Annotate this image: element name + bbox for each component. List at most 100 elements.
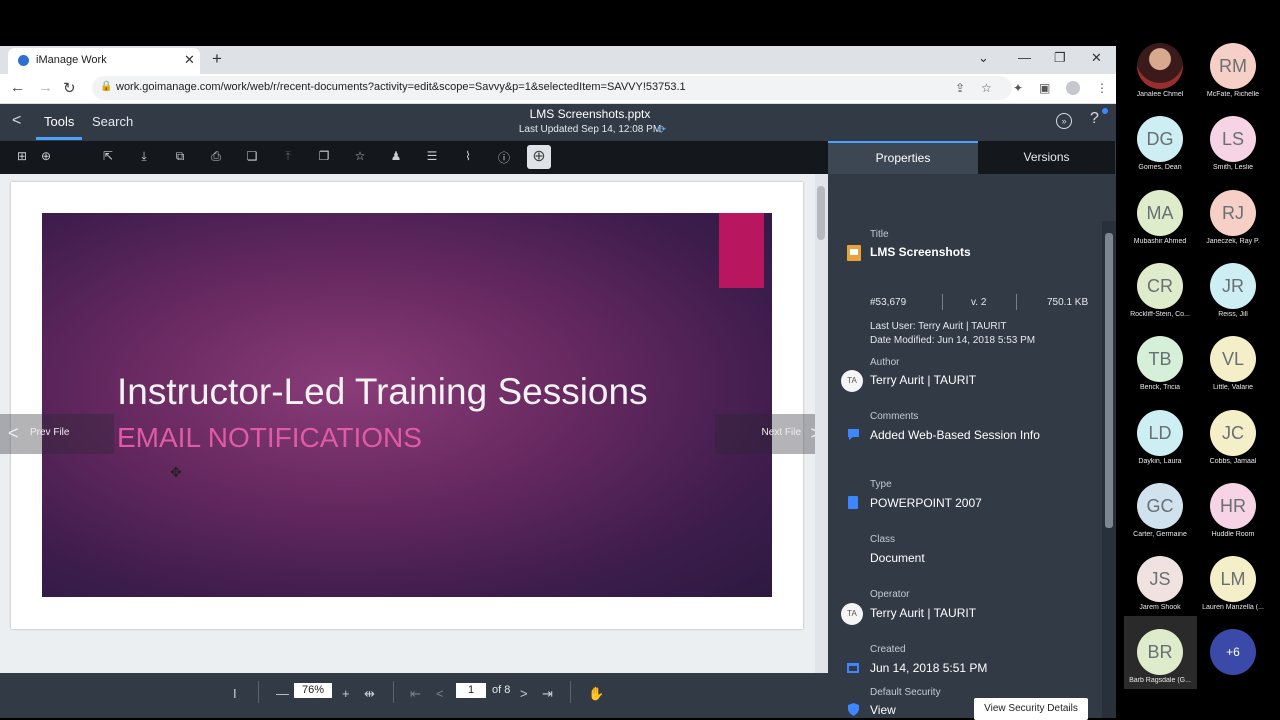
next-page-icon[interactable]: >	[520, 686, 528, 701]
duplicate-icon[interactable]: ❐	[316, 149, 332, 163]
prev-file-label: Prev File	[30, 427, 70, 438]
participant-avatar: RM	[1210, 43, 1256, 89]
participant-tile[interactable]: HR Huddle Room	[1196, 483, 1270, 553]
operator-avatar: TA	[841, 603, 863, 625]
tab-close-icon[interactable]: ✕	[184, 52, 195, 68]
sidepanel-icon[interactable]: ▣	[1039, 81, 1050, 95]
participant-tile[interactable]: RM McFate, Richelle	[1196, 43, 1270, 113]
zoom-in-icon[interactable]: +	[342, 686, 350, 701]
download-icon[interactable]: ⤓	[136, 149, 152, 164]
lock-icon[interactable]: 🔒	[100, 81, 112, 92]
page-count: of 8	[492, 684, 511, 696]
participant-tile[interactable]: VL Little, Valarie	[1196, 336, 1270, 406]
favorite-icon[interactable]: ☆	[352, 149, 368, 163]
refresh-icon[interactable]: ⟳	[657, 123, 666, 136]
participant-tile[interactable]: DG Gomes, Dean	[1123, 116, 1197, 186]
star-icon[interactable]: ☆	[981, 81, 992, 95]
participant-tile[interactable]: RJ Janeczek, Ray P.	[1196, 190, 1270, 260]
minimize-icon[interactable]: —	[1018, 50, 1031, 65]
slide-background: Instructor-Led Training Sessions EMAIL N…	[42, 213, 772, 597]
participant-tile[interactable]: BR Barb Ragsdale (G...	[1123, 629, 1197, 699]
add-icon[interactable]: ⊕	[38, 149, 54, 163]
pptx-file-icon	[847, 245, 861, 261]
tab-versions[interactable]: Versions	[978, 141, 1115, 174]
extensions-icon[interactable]: ✦	[1013, 81, 1023, 95]
zoom-input[interactable]: 76%	[294, 683, 332, 698]
copy-icon[interactable]: ❏	[244, 149, 260, 163]
participant-tile[interactable]: LM Lauren Manzella (...	[1196, 556, 1270, 626]
prev-page-icon[interactable]: <	[436, 686, 444, 701]
grid-view-icon[interactable]: ⊞	[14, 149, 30, 163]
fit-width-icon[interactable]: ⇹	[364, 686, 375, 702]
participant-tile[interactable]: TB Benck, Tricia	[1123, 336, 1197, 406]
type-value: POWERPOINT 2007	[870, 496, 982, 510]
url-text[interactable]: work.goimanage.com/work/web/r/recent-doc…	[116, 81, 686, 93]
participant-tile[interactable]: CR Rockliff-Stein, Co...	[1123, 263, 1197, 333]
forward-icon[interactable]: →	[38, 79, 53, 96]
print-icon[interactable]: ⎙	[208, 149, 224, 164]
tab-search[interactable]: Search	[92, 114, 133, 129]
list-icon[interactable]: ☰	[424, 149, 440, 163]
panel-scroll-thumb[interactable]	[1105, 233, 1113, 528]
zoom-out-icon[interactable]: —	[276, 686, 289, 701]
window-close-icon[interactable]: ✕	[1091, 50, 1102, 66]
info-icon[interactable]: ⓘ	[496, 149, 512, 166]
pan-hand-icon[interactable]: ✋	[588, 686, 604, 702]
upload-icon[interactable]: ⤒	[280, 149, 296, 164]
expand-panel-icon[interactable]: »	[1056, 113, 1072, 129]
participant-name: Smith, Leslie	[1212, 164, 1254, 171]
participant-tile[interactable]: JS Jarem Shook	[1123, 556, 1197, 626]
open-external-icon[interactable]: ⇱	[100, 149, 116, 163]
profile-icon[interactable]	[1066, 81, 1080, 95]
help-icon[interactable]: ?	[1090, 110, 1099, 128]
doc-number: #53,679	[870, 297, 907, 308]
first-page-icon[interactable]: ⇤	[410, 686, 421, 702]
tab-search-icon[interactable]: ⌄	[978, 50, 989, 66]
text-select-icon[interactable]: I	[233, 686, 237, 701]
zoom-add-icon[interactable]: ⊕	[527, 145, 551, 169]
browser-tab[interactable]: iManage Work ✕	[8, 48, 200, 74]
participant-tile[interactable]: MA Mubashir Ahmed	[1123, 190, 1197, 260]
operator-label: Operator	[870, 589, 910, 600]
viewer-scroll-thumb[interactable]	[817, 186, 825, 240]
tab-properties[interactable]: Properties	[828, 141, 978, 174]
participant-tile[interactable]: JR Reiss, Jill	[1196, 263, 1270, 333]
panel-scrollbar[interactable]	[1102, 221, 1116, 718]
checkout-icon[interactable]: ⧉	[172, 149, 188, 164]
calendar-icon	[847, 663, 859, 673]
back-arrow-icon[interactable]: <	[12, 112, 21, 130]
tab-tools[interactable]: Tools	[44, 114, 74, 129]
document-viewer: Instructor-Led Training Sessions EMAIL N…	[0, 174, 828, 673]
prev-file-button[interactable]: < Prev File	[0, 414, 114, 454]
viewer-scrollbar[interactable]	[815, 174, 828, 673]
participant-avatar: HR	[1210, 483, 1256, 529]
next-file-label: Next File	[761, 427, 801, 438]
page-number-input[interactable]: 1	[456, 683, 486, 698]
participant-tile[interactable]: +6	[1196, 629, 1270, 699]
security-icon[interactable]: ♟	[388, 149, 404, 163]
last-page-icon[interactable]: ⇥	[542, 686, 553, 702]
restore-icon[interactable]: ❐	[1054, 50, 1066, 66]
participant-tile[interactable]: Janalee Chmel	[1123, 43, 1197, 113]
back-icon[interactable]: ←	[10, 79, 25, 96]
address-bar[interactable]: 🔒 work.goimanage.com/work/web/r/recent-d…	[92, 76, 1012, 100]
participant-name: Janalee Chmel	[1136, 91, 1184, 98]
created-value: Jun 14, 2018 5:51 PM	[870, 661, 988, 675]
viewer-bottom-bar: I — 76% + ⇹ ⇤ < 1 of 8 > ⇥ ✋	[0, 673, 828, 718]
reload-icon[interactable]: ↻	[63, 79, 76, 97]
participant-avatar: MA	[1137, 190, 1183, 236]
next-file-button[interactable]: Next File >	[715, 414, 827, 454]
participant-tile[interactable]: LS Smith, Leslie	[1196, 116, 1270, 186]
participant-name: Lauren Manzella (...	[1202, 604, 1264, 611]
participant-name: Gomes, Dean	[1138, 164, 1182, 171]
menu-icon[interactable]: ⋮	[1096, 81, 1108, 95]
participant-tile[interactable]: GC Carter, Germaine	[1123, 483, 1197, 553]
new-tab-button[interactable]: +	[212, 49, 222, 69]
author-value: Terry Aurit | TAURIT	[870, 373, 977, 387]
participant-name: Jarem Shook	[1139, 604, 1181, 611]
participant-tile[interactable]: LD Daykin, Laura	[1123, 410, 1197, 480]
view-security-details-button[interactable]: View Security Details	[974, 698, 1088, 720]
share-icon[interactable]: ⇪	[955, 81, 965, 95]
activity-icon[interactable]: ⌇	[460, 149, 476, 163]
participant-tile[interactable]: JC Cobbs, Jamaal	[1196, 410, 1270, 480]
